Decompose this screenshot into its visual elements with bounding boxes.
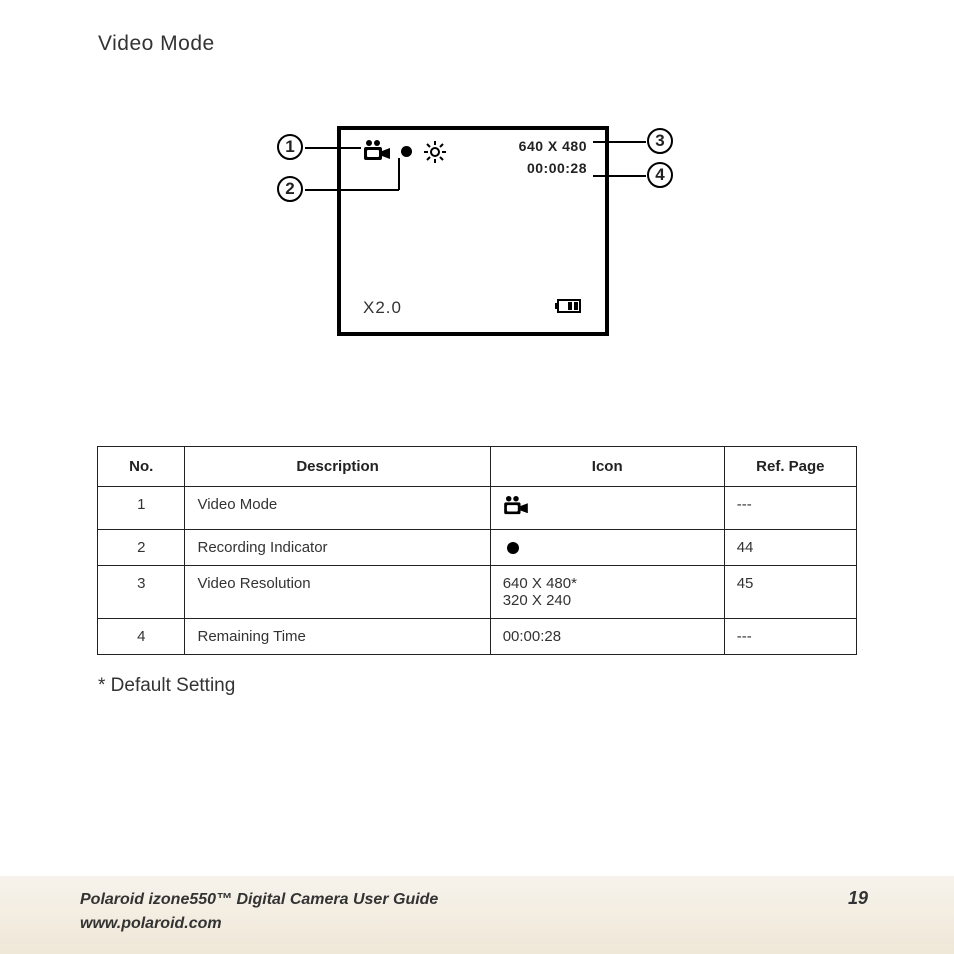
table-header-icon: Icon xyxy=(490,447,724,487)
zoom-text: X2.0 xyxy=(363,298,402,318)
cell-no: 4 xyxy=(98,619,185,655)
cell-ref: 44 xyxy=(724,530,856,566)
resolution-text: 640 X 480 xyxy=(519,138,587,154)
cell-ref: --- xyxy=(724,619,856,655)
reference-table: No. Description Icon Ref. Page 1Video Mo… xyxy=(97,446,857,655)
cell-icon: 640 X 480* 320 X 240 xyxy=(490,566,724,619)
cell-ref: 45 xyxy=(724,566,856,619)
cell-desc: Video Resolution xyxy=(185,566,490,619)
cell-icon: 00:00:28 xyxy=(490,619,724,655)
table-header-no: No. xyxy=(98,447,185,487)
cell-desc: Video Mode xyxy=(185,487,490,530)
cell-no: 1 xyxy=(98,487,185,530)
remaining-time-text: 00:00:28 xyxy=(527,160,587,176)
cell-no: 3 xyxy=(98,566,185,619)
callout-4: 4 xyxy=(647,162,673,188)
lcd-diagram: 640 X 480 00:00:28 X2.0 1 2 3 4 xyxy=(127,126,827,386)
lcd-screen: 640 X 480 00:00:28 X2.0 xyxy=(337,126,609,336)
recording-dot-icon xyxy=(401,146,412,157)
callout-3: 3 xyxy=(647,128,673,154)
leader-line xyxy=(593,175,646,177)
callout-2: 2 xyxy=(277,176,303,202)
cell-desc: Remaining Time xyxy=(185,619,490,655)
cell-icon xyxy=(490,530,724,566)
cell-no: 2 xyxy=(98,530,185,566)
cell-desc: Recording Indicator xyxy=(185,530,490,566)
cell-ref: --- xyxy=(724,487,856,530)
table-header-ref: Ref. Page xyxy=(724,447,856,487)
footer-guide-title: Polaroid izone550™ Digital Camera User G… xyxy=(80,888,438,912)
page-title: Video Mode xyxy=(98,32,898,56)
brightness-icon xyxy=(423,140,447,169)
footnote: * Default Setting xyxy=(98,675,898,697)
cell-icon xyxy=(490,487,724,530)
video-mode-icon xyxy=(503,496,529,520)
table-row: 4Remaining Time00:00:28--- xyxy=(98,619,857,655)
leader-line xyxy=(305,147,361,149)
leader-line xyxy=(593,141,646,143)
footer-url: www.polaroid.com xyxy=(80,912,438,936)
battery-icon xyxy=(555,299,583,318)
video-mode-icon xyxy=(363,140,391,167)
leader-line xyxy=(398,158,400,190)
table-row: 1Video Mode --- xyxy=(98,487,857,530)
callout-1: 1 xyxy=(277,134,303,160)
table-header-desc: Description xyxy=(185,447,490,487)
table-row: 2Recording Indicator 44 xyxy=(98,530,857,566)
page-number: 19 xyxy=(848,888,868,909)
table-row: 3Video Resolution640 X 480* 320 X 24045 xyxy=(98,566,857,619)
leader-line xyxy=(305,189,399,191)
recording-dot-icon xyxy=(507,542,519,554)
page-footer: Polaroid izone550™ Digital Camera User G… xyxy=(0,876,954,954)
